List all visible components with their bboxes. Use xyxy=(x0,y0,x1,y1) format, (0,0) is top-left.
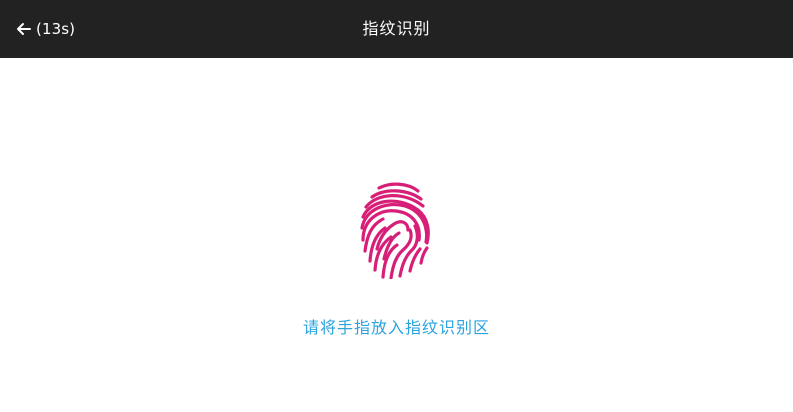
fingerprint-instruction: 请将手指放入指纹识别区 xyxy=(302,318,490,337)
main-content: 请将手指放入指纹识别区 xyxy=(0,58,793,412)
top-app-bar: (13s) 指纹识别 xyxy=(0,0,793,58)
fingerprint-screen: (13s) 指纹识别 请将手指放入指纹识别区 xyxy=(0,0,793,412)
fingerprint-icon xyxy=(360,182,430,279)
page-title: 指纹识别 xyxy=(362,19,431,38)
